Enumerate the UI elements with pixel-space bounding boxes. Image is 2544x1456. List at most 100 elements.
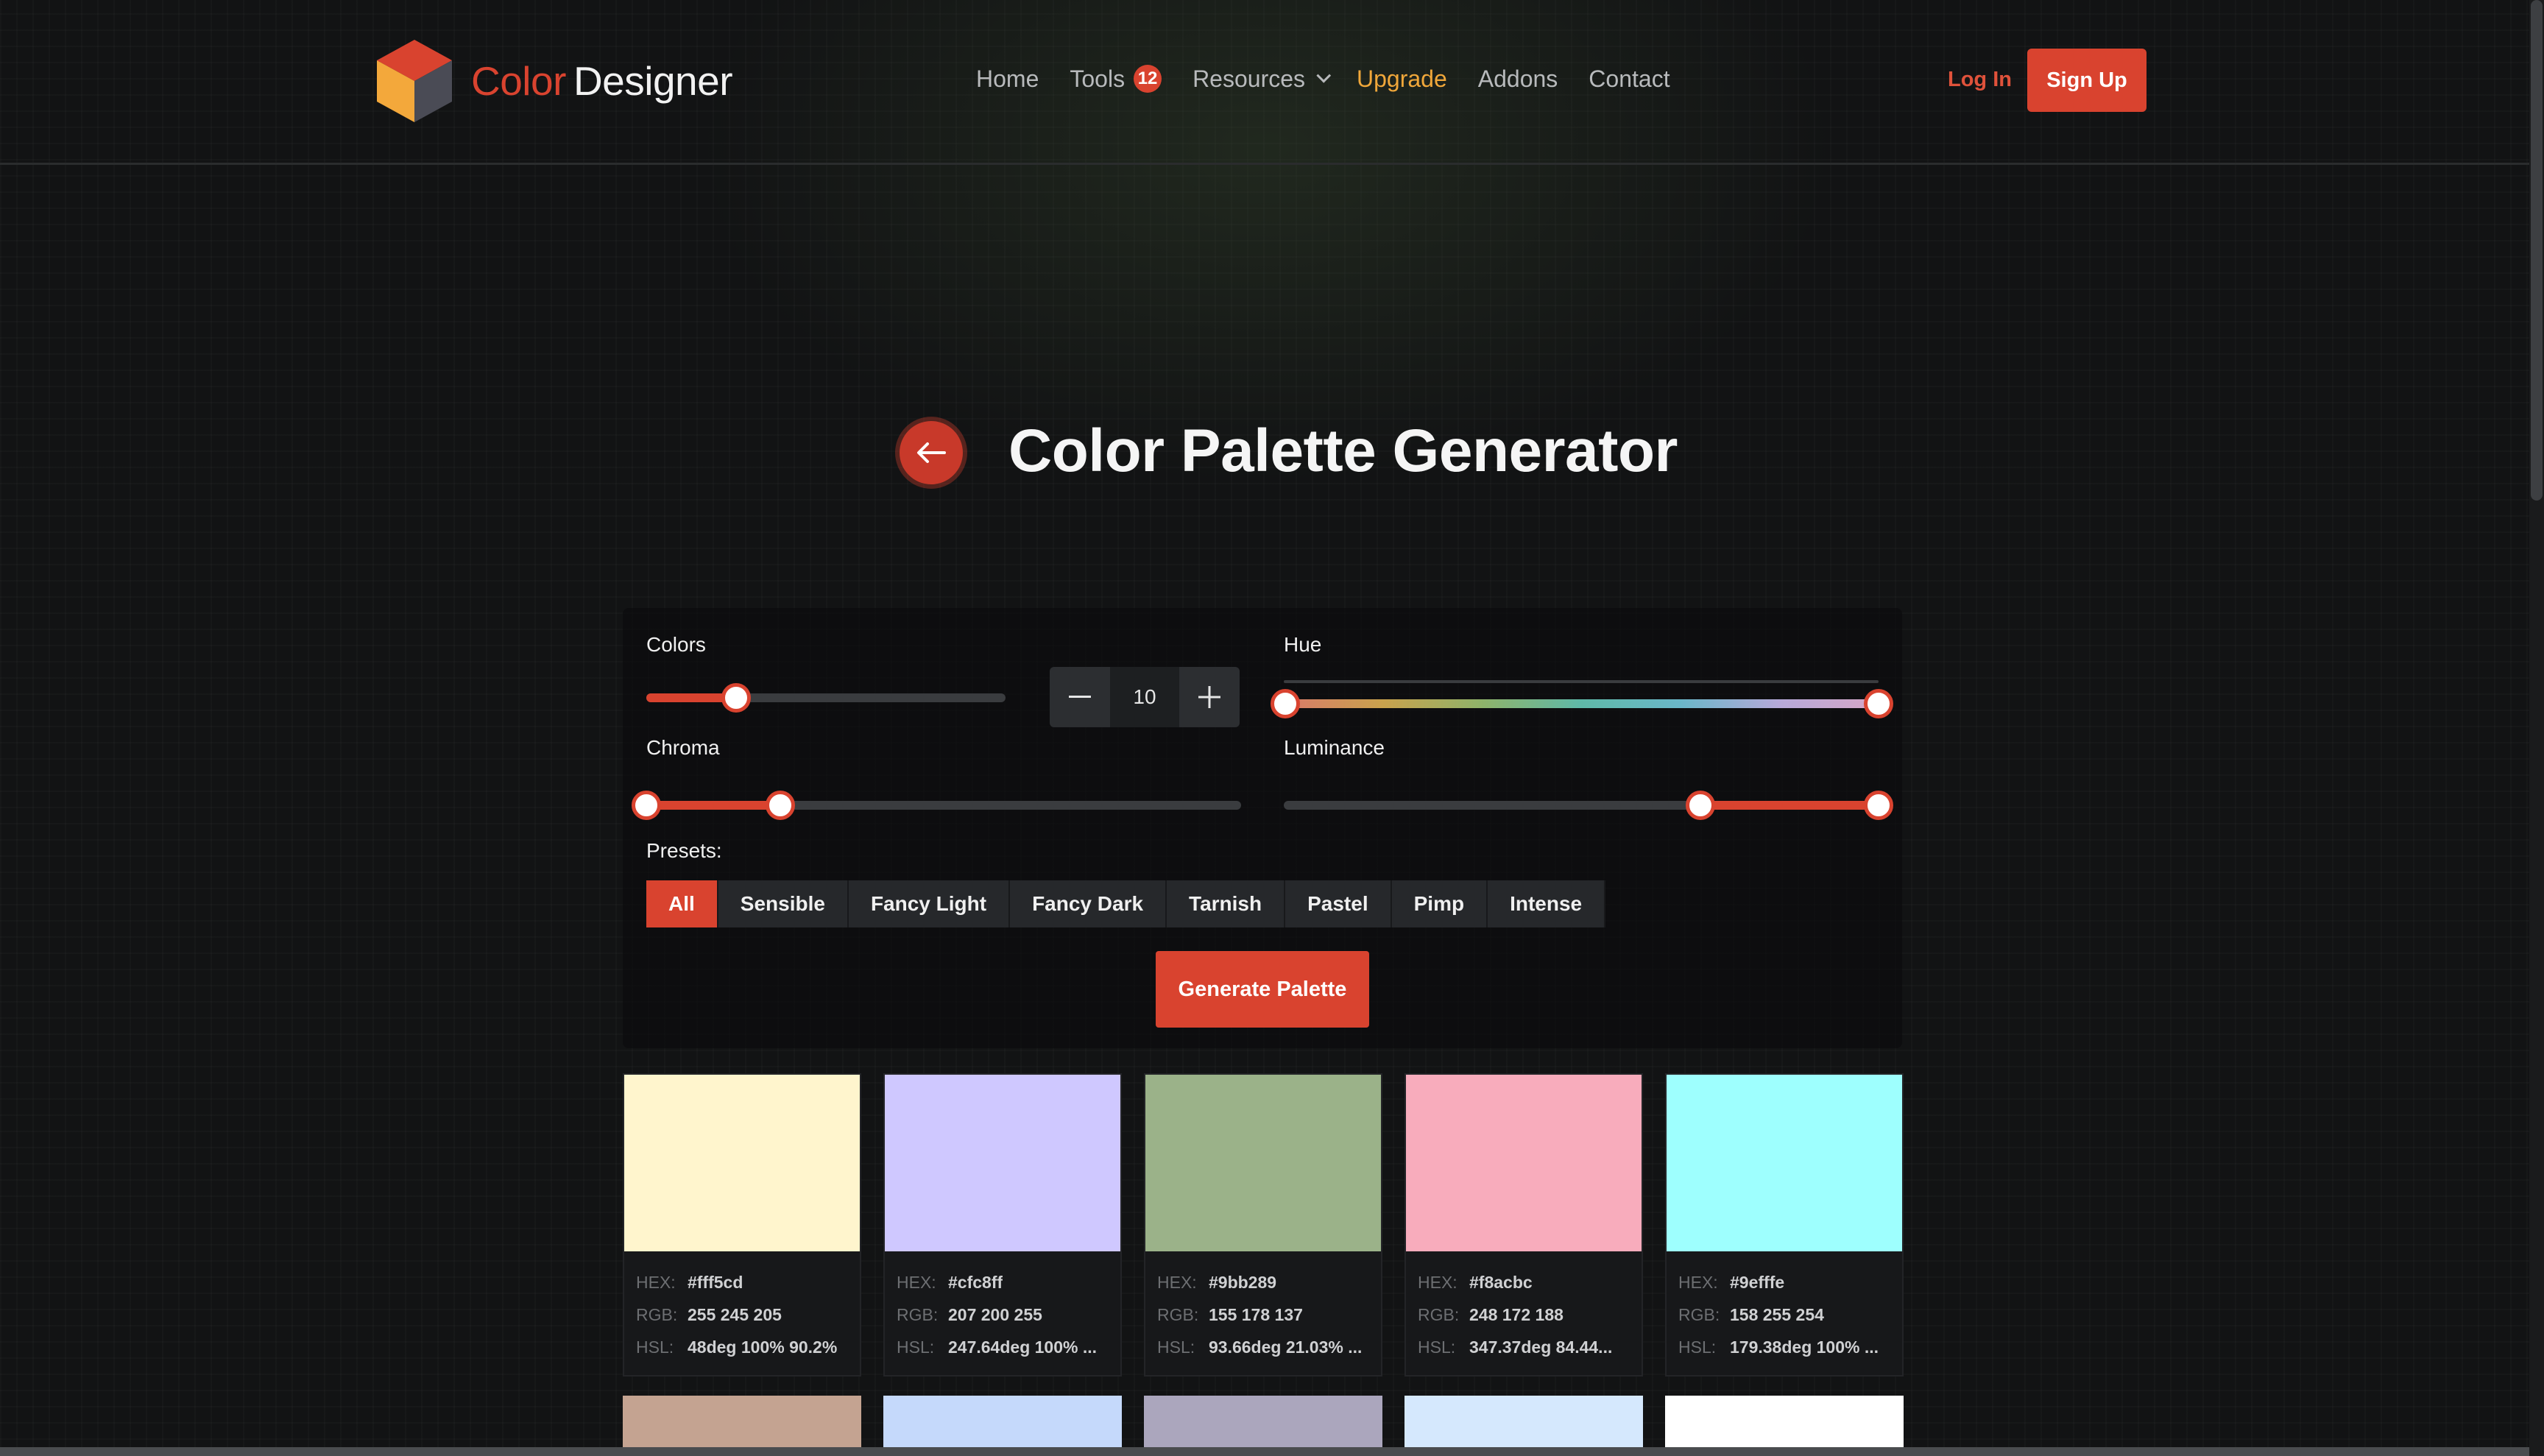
- increment-button[interactable]: [1179, 667, 1240, 727]
- rgb-value: 155 178 137: [1209, 1305, 1303, 1324]
- preset-pimp[interactable]: Pimp: [1391, 880, 1488, 927]
- hsl-label: HSL:: [1678, 1337, 1717, 1357]
- chroma-slider-fill: [646, 801, 780, 810]
- hex-label: HEX:: [1157, 1273, 1197, 1292]
- rgb-value: 207 200 255: [948, 1305, 1042, 1324]
- luminance-slider-thumb-max[interactable]: [1864, 791, 1893, 820]
- colors-label: Colors: [646, 633, 706, 656]
- rgb-value: 255 245 205: [688, 1305, 782, 1324]
- swatch-meta: HEX: #f8acbc RGB: 248 172 188 HSL: 347.37de…: [1406, 1251, 1642, 1375]
- brand-name: Color Designer: [471, 57, 733, 105]
- colors-stepper: 10: [1050, 667, 1240, 727]
- swatch-card[interactable]: HEX: #9efffe RGB: 158 255 254 HSL: 179.38de…: [1665, 1073, 1904, 1377]
- rgb-value: 248 172 188: [1469, 1305, 1564, 1324]
- hsl-label: HSL:: [897, 1337, 935, 1357]
- chevron-down-icon: [1316, 68, 1332, 83]
- signup-button[interactable]: Sign Up: [2027, 49, 2146, 112]
- hex-value: #cfc8ff: [948, 1273, 1003, 1292]
- hsl-value: 247.64deg 100% ...: [948, 1337, 1098, 1357]
- nav-resources[interactable]: Resources: [1192, 65, 1332, 93]
- rgb-label: RGB:: [1418, 1305, 1460, 1324]
- hex-label: HEX:: [636, 1273, 676, 1292]
- swatch-meta: HEX: #9efffe RGB: 158 255 254 HSL: 179.38de…: [1667, 1251, 1902, 1375]
- hsl-value: 347.37deg 84.44...: [1469, 1337, 1613, 1357]
- presets-label: Presets:: [646, 839, 722, 862]
- presets-group: All Sensible Fancy Light Fancy Dark Tarn…: [646, 880, 1606, 927]
- hsl-value: 93.66deg 21.03% ...: [1209, 1337, 1363, 1357]
- swatch-color: [624, 1075, 860, 1251]
- hsl-label: HSL:: [1157, 1337, 1195, 1357]
- preset-pastel[interactable]: Pastel: [1285, 880, 1392, 927]
- rgb-label: RGB:: [636, 1305, 678, 1324]
- hue-slider-thumb-min[interactable]: [1271, 689, 1300, 718]
- luminance-slider-thumb-min[interactable]: [1686, 791, 1715, 820]
- luminance-label: Luminance: [1284, 736, 1385, 759]
- nav-home[interactable]: Home: [976, 66, 1039, 93]
- tools-count-badge: 12: [1134, 65, 1162, 93]
- hue-top-line: [1284, 680, 1879, 683]
- luminance-slider-fill: [1700, 801, 1879, 810]
- swatch-color: [1145, 1075, 1381, 1251]
- colors-count-value[interactable]: 10: [1110, 667, 1179, 727]
- brand-word-color: Color: [471, 58, 566, 104]
- hex-label: HEX:: [1418, 1273, 1458, 1292]
- rgb-label: RGB:: [1157, 1305, 1199, 1324]
- minus-icon: [1069, 696, 1091, 698]
- hue-slider-thumb-max[interactable]: [1864, 689, 1893, 718]
- hsl-label: HSL:: [636, 1337, 674, 1357]
- page-title: Color Palette Generator: [1008, 417, 1678, 484]
- hex-value: #f8acbc: [1469, 1273, 1533, 1292]
- hex-value: #9efffe: [1730, 1273, 1785, 1292]
- colors-slider-thumb[interactable]: [721, 683, 751, 713]
- site-header: Color Designer Home Tools 12 Resources Up…: [0, 0, 2529, 165]
- nav-tools-label: Tools: [1070, 65, 1126, 92]
- swatch-meta: HEX: #cfc8ff RGB: 207 200 255 HSL: 247.64de…: [885, 1251, 1120, 1375]
- hex-value: #fff5cd: [688, 1273, 743, 1292]
- back-button[interactable]: [900, 421, 963, 484]
- hsl-value: 179.38deg 100% ...: [1730, 1337, 1879, 1357]
- hue-slider-track[interactable]: [1284, 699, 1879, 708]
- nav-addons[interactable]: Addons: [1478, 66, 1558, 93]
- rgb-label: RGB:: [1678, 1305, 1720, 1324]
- nav-upgrade[interactable]: Upgrade: [1357, 66, 1447, 93]
- hsl-value: 48deg 100% 90.2%: [688, 1337, 838, 1357]
- hue-label: Hue: [1284, 633, 1322, 656]
- swatch-color: [1667, 1075, 1902, 1251]
- preset-intense[interactable]: Intense: [1488, 880, 1606, 927]
- preset-all[interactable]: All: [646, 880, 718, 927]
- rgb-value: 158 255 254: [1730, 1305, 1824, 1324]
- swatch-card[interactable]: HEX: #f8acbc RGB: 248 172 188 HSL: 347.37de…: [1404, 1073, 1643, 1377]
- chroma-slider-thumb-max[interactable]: [766, 791, 795, 820]
- arrow-left-icon: [917, 442, 946, 463]
- preset-sensible[interactable]: Sensible: [718, 880, 849, 927]
- swatch-card[interactable]: HEX: #cfc8ff RGB: 207 200 255 HSL: 247.64de…: [883, 1073, 1122, 1377]
- nav-resources-label: Resources: [1192, 65, 1306, 92]
- swatch-color: [885, 1075, 1120, 1251]
- swatch-card[interactable]: HEX: #9bb289 RGB: 155 178 137 HSL: 93.66deg…: [1144, 1073, 1382, 1377]
- swatch-card[interactable]: HEX: #fff5cd RGB: 255 245 205 HSL: 48deg 10…: [623, 1073, 861, 1377]
- vertical-scrollbar-thumb[interactable]: [2531, 0, 2543, 501]
- decrement-button[interactable]: [1050, 667, 1110, 727]
- horizontal-scrollbar[interactable]: [0, 1447, 2529, 1456]
- preset-fancy-dark[interactable]: Fancy Dark: [1010, 880, 1167, 927]
- logo[interactable]: Color Designer: [377, 40, 733, 122]
- generate-palette-button[interactable]: Generate Palette: [1156, 951, 1369, 1028]
- cube-logo-icon: [377, 40, 452, 122]
- preset-tarnish[interactable]: Tarnish: [1167, 880, 1286, 927]
- nav-tools[interactable]: Tools 12: [1070, 65, 1162, 93]
- nav-contact[interactable]: Contact: [1589, 66, 1670, 93]
- hex-value: #9bb289: [1209, 1273, 1277, 1292]
- preset-fancy-light[interactable]: Fancy Light: [848, 880, 1011, 927]
- chroma-slider-thumb-min[interactable]: [632, 791, 661, 820]
- chroma-label: Chroma: [646, 736, 720, 759]
- hsl-label: HSL:: [1418, 1337, 1456, 1357]
- rgb-label: RGB:: [897, 1305, 939, 1324]
- swatch-color: [1406, 1075, 1642, 1251]
- brand-word-designer: Designer: [573, 58, 733, 104]
- swatch-meta: HEX: #fff5cd RGB: 255 245 205 HSL: 48deg 10…: [624, 1251, 860, 1375]
- hex-label: HEX:: [1678, 1273, 1718, 1292]
- main-nav: Home Tools 12 Resources Upgrade Addons C…: [976, 65, 1701, 93]
- hex-label: HEX:: [897, 1273, 936, 1292]
- plus-icon: [1198, 686, 1220, 708]
- login-link[interactable]: Log In: [1948, 68, 2012, 92]
